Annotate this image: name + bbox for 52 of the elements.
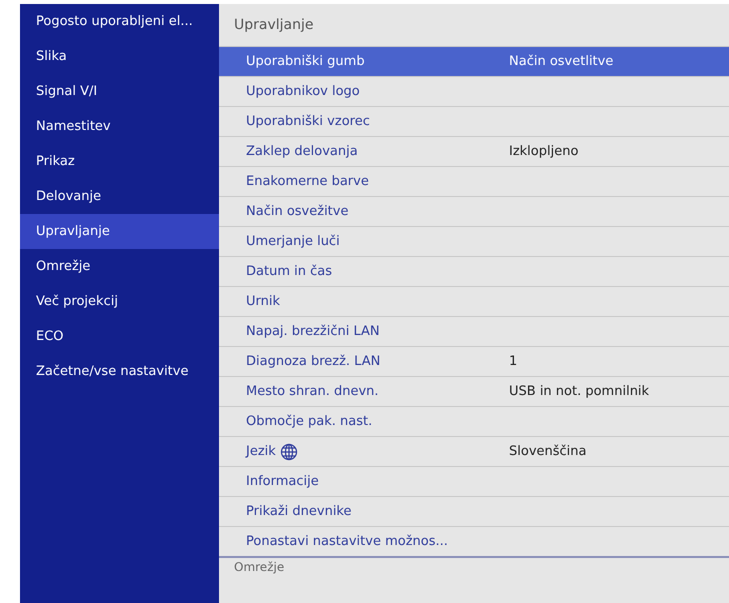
sidebar-item[interactable]: Omrežje (20, 249, 219, 284)
panel-title: Upravljanje (233, 16, 314, 34)
sidebar-item[interactable]: Signal V/I (20, 74, 219, 109)
row-label: Območje pak. nast. (246, 412, 372, 431)
sidebar-item[interactable]: Več projekcij (20, 284, 219, 319)
row-value: Slovenščina (509, 442, 586, 461)
menu-row[interactable]: Način osvežitve (219, 196, 729, 226)
row-label: Ponastavi nastavitve možnos... (246, 532, 448, 551)
menu-row[interactable]: Ponastavi nastavitve možnos... (219, 526, 729, 556)
row-label: Uporabniški gumb (246, 52, 365, 71)
row-value: USB in not. pomnilnik (509, 382, 650, 401)
menu-row[interactable]: Informacije (219, 466, 729, 496)
row-label: Način osvežitve (246, 202, 348, 221)
row-label: Uporabniški vzorec (246, 112, 370, 131)
row-label: Datum in čas (246, 262, 332, 281)
menu-row[interactable]: Jezik Slovenščina (219, 436, 729, 466)
sidebar-item[interactable]: Začetne/vse nastavitve (20, 354, 219, 389)
row-value: Način osvetlitve (509, 52, 614, 71)
row-label: Urnik (246, 292, 280, 311)
sidebar-item[interactable]: ECO (20, 319, 219, 354)
menu-row[interactable]: Mesto shran. dnevn. USB in not. pomnilnik (219, 376, 729, 406)
row-label: Mesto shran. dnevn. (246, 382, 379, 401)
row-label: Informacije (246, 472, 319, 491)
menu-row[interactable]: Območje pak. nast. (219, 406, 729, 436)
row-value: 1 (509, 352, 518, 371)
sidebar-item[interactable]: Slika (20, 39, 219, 74)
row-label: Jezik (246, 442, 276, 461)
row-label: Prikaži dnevnike (246, 502, 352, 521)
menu-row[interactable]: Datum in čas (219, 256, 729, 286)
sidebar-item[interactable]: Delovanje (20, 179, 219, 214)
row-label: Enakomerne barve (246, 172, 369, 191)
menu-row[interactable]: Zaklep delovanja Izklopljeno (219, 136, 729, 166)
menu-row[interactable]: Diagnoza brezž. LAN 1 (219, 346, 729, 376)
menu-row[interactable]: Uporabniški vzorec (219, 106, 729, 136)
menu-row[interactable]: Prikaži dnevnike (219, 496, 729, 526)
sidebar-item[interactable]: Pogosto uporabljeni el... (20, 4, 219, 39)
sidebar-item[interactable]: Upravljanje (20, 214, 219, 249)
sidebar-item[interactable]: Namestitev (20, 109, 219, 144)
menu-row[interactable]: Enakomerne barve (219, 166, 729, 196)
menu-row[interactable]: Napaj. brezžični LAN (219, 316, 729, 346)
menu-row[interactable]: Uporabnikov logo (219, 76, 729, 106)
row-value: Izklopljeno (509, 142, 578, 161)
row-label: Napaj. brezžični LAN (246, 322, 380, 341)
row-label: Diagnoza brezž. LAN (246, 352, 380, 371)
row-label: Umerjanje luči (246, 232, 340, 251)
sidebar-item[interactable]: Prikaz (20, 144, 219, 179)
menu-row[interactable]: Umerjanje luči (219, 226, 729, 256)
menu-row[interactable]: Uporabniški gumb Način osvetlitve (219, 46, 729, 76)
menu-row[interactable]: Urnik (219, 286, 729, 316)
row-label: Zaklep delovanja (246, 142, 358, 161)
section-title: Omrežje (233, 559, 286, 574)
row-label: Uporabnikov logo (246, 82, 360, 101)
